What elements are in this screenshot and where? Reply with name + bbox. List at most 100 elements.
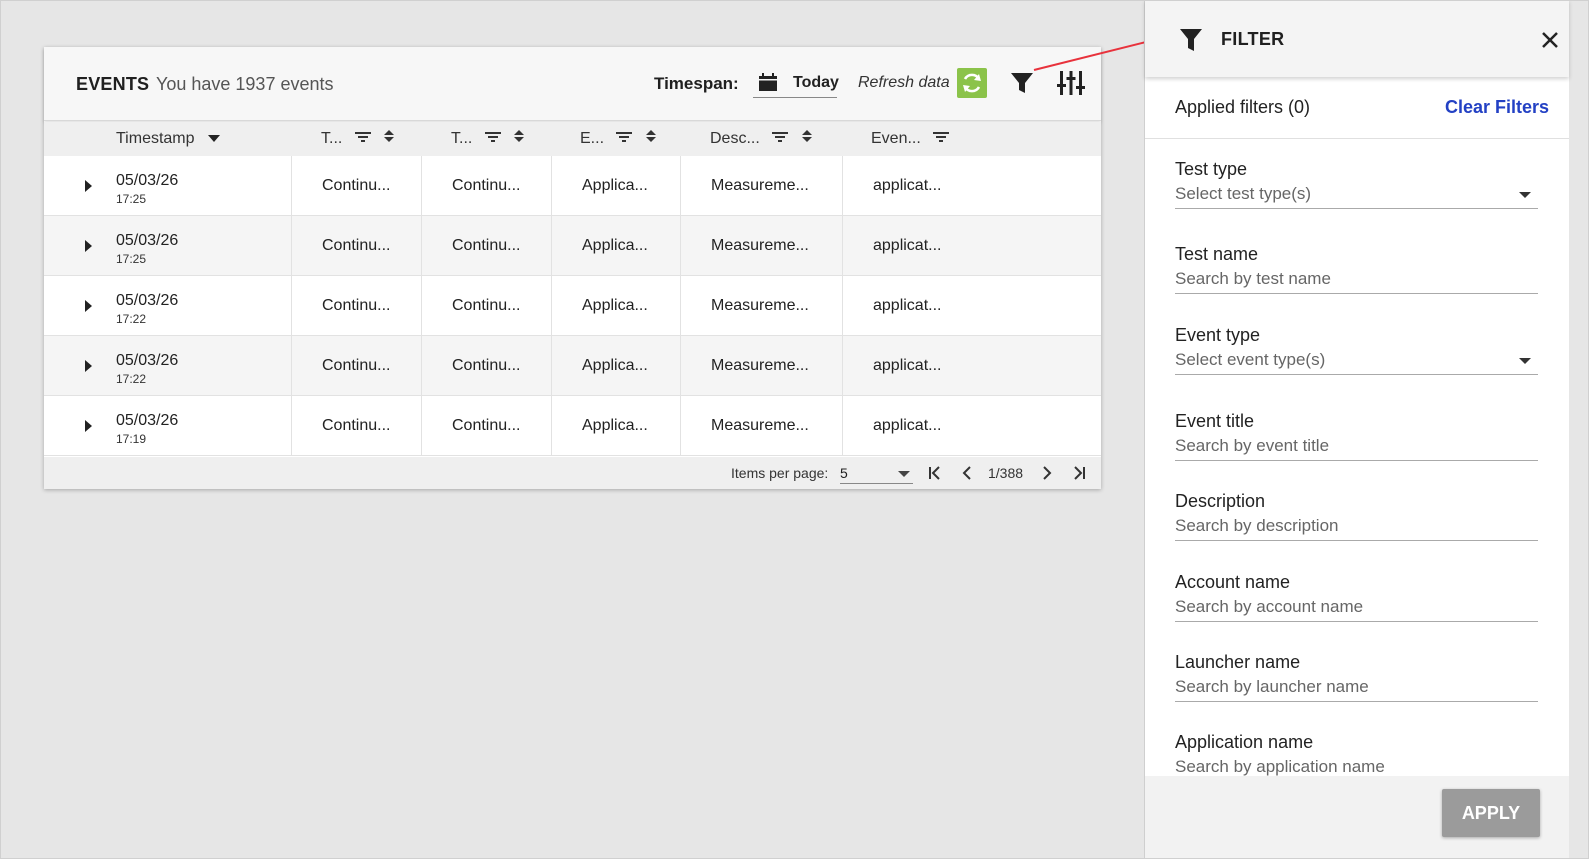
filter-panel: FILTER Applied filters (0) Clear Filters…	[1144, 0, 1569, 859]
pagination-bar: Items per page: 5 1/388	[44, 457, 1101, 489]
test-type-select[interactable]: Select test type(s)	[1175, 183, 1538, 209]
cell-event-type: Applica...	[551, 216, 681, 276]
cell-test-name: Continu...	[421, 396, 551, 456]
table-body: 05/03/26 17:25 Continu... Continu... App…	[44, 156, 1101, 456]
row-date: 05/03/26	[116, 292, 179, 309]
sort-icon[interactable]	[645, 122, 657, 156]
page-indicator: 1/388	[988, 465, 1024, 481]
timespan-select[interactable]: Today	[753, 69, 839, 98]
event-title-input[interactable]: Search by event title	[1175, 435, 1538, 461]
row-date: 05/03/26	[116, 232, 179, 249]
launcher-name-field[interactable]: Launcher name Search by launcher name	[1175, 652, 1538, 702]
column-header-event-title[interactable]: Even...	[871, 122, 950, 156]
first-page-icon	[929, 466, 940, 480]
filter-panel-header: FILTER	[1145, 0, 1569, 77]
sort-icon[interactable]	[383, 122, 395, 156]
calendar-icon	[758, 72, 778, 97]
filter-panel-title: FILTER	[1221, 29, 1285, 49]
cell-test-type: Continu...	[291, 156, 421, 216]
table-row[interactable]: 05/03/26 17:22 Continu... Continu... App…	[44, 336, 1101, 396]
close-icon	[1542, 32, 1558, 48]
application-name-field[interactable]: Application name Search by application n…	[1175, 732, 1538, 779]
expand-arrow-icon[interactable]	[85, 300, 92, 312]
filter-lines-icon[interactable]	[616, 122, 633, 156]
row-date: 05/03/26	[116, 352, 179, 369]
cell-description: Measureme...	[680, 216, 842, 276]
filter-lines-icon[interactable]	[933, 122, 950, 156]
event-type-field[interactable]: Event type Select event type(s)	[1175, 325, 1538, 375]
description-input[interactable]: Search by description	[1175, 515, 1538, 541]
last-page-icon	[1074, 466, 1085, 480]
sliders-icon	[1056, 71, 1086, 101]
filter-fields: Test type Select test type(s) Test name …	[1145, 139, 1569, 779]
description-field[interactable]: Description Search by description	[1175, 491, 1538, 541]
last-page-button[interactable]	[1069, 463, 1089, 483]
close-button[interactable]	[1539, 29, 1561, 51]
events-count: You have 1937 events	[156, 74, 334, 94]
filter-lines-icon[interactable]	[354, 122, 371, 156]
chevron-down-icon	[1519, 358, 1531, 364]
account-name-input[interactable]: Search by account name	[1175, 596, 1538, 622]
expand-arrow-icon[interactable]	[85, 420, 92, 432]
table-row[interactable]: 05/03/26 17:19 Continu... Continu... App…	[44, 396, 1101, 456]
row-time: 17:25	[116, 252, 147, 266]
cell-test-name: Continu...	[421, 336, 551, 396]
launcher-name-input[interactable]: Search by launcher name	[1175, 676, 1538, 702]
column-header-description[interactable]: Desc...	[710, 122, 813, 156]
cell-event-title: applicat...	[842, 276, 1101, 336]
cell-test-name: Continu...	[421, 276, 551, 336]
cell-event-type: Applica...	[551, 156, 681, 216]
filter-panel-footer: APPLY	[1145, 776, 1569, 859]
cell-event-type: Applica...	[551, 336, 681, 396]
column-header-timestamp[interactable]: Timestamp	[116, 122, 221, 156]
row-time: 17:22	[116, 372, 147, 386]
chevron-down-icon	[898, 471, 910, 477]
cell-test-name: Continu...	[421, 156, 551, 216]
refresh-button[interactable]	[957, 68, 987, 98]
cell-test-type: Continu...	[291, 216, 421, 276]
cell-event-title: applicat...	[842, 396, 1101, 456]
test-name-input[interactable]: Search by test name	[1175, 268, 1538, 294]
clear-filters-link[interactable]: Clear Filters	[1445, 97, 1549, 118]
filter-lines-icon[interactable]	[484, 122, 501, 156]
row-time: 17:25	[116, 192, 147, 206]
table-header: Timestamp T... T... E... Desc... Even...	[44, 122, 1101, 156]
table-row[interactable]: 05/03/26 17:22 Continu... Continu... App…	[44, 276, 1101, 336]
column-header-test-type[interactable]: T...	[321, 122, 395, 156]
filter-icon	[1178, 27, 1204, 58]
row-time: 17:19	[116, 432, 147, 446]
apply-button[interactable]: APPLY	[1442, 789, 1540, 837]
applied-filters-label: Applied filters (0)	[1175, 97, 1311, 117]
sort-icon[interactable]	[801, 122, 813, 156]
events-header: EVENTS You have 1937 events Timespan: To…	[44, 47, 1101, 121]
chevron-right-icon	[1043, 466, 1052, 480]
column-header-event-type[interactable]: E...	[580, 122, 657, 156]
table-row[interactable]: 05/03/26 17:25 Continu... Continu... App…	[44, 156, 1101, 216]
chevron-left-icon	[962, 466, 971, 480]
expand-arrow-icon[interactable]	[85, 240, 92, 252]
cell-test-name: Continu...	[421, 216, 551, 276]
expand-arrow-icon[interactable]	[85, 360, 92, 372]
first-page-button[interactable]	[925, 463, 945, 483]
cell-event-title: applicat...	[842, 216, 1101, 276]
event-title-field[interactable]: Event title Search by event title	[1175, 411, 1538, 461]
timespan-value: Today	[793, 74, 839, 91]
column-header-test-name[interactable]: T...	[451, 122, 525, 156]
sort-icon[interactable]	[513, 122, 525, 156]
cell-event-type: Applica...	[551, 396, 681, 456]
events-title: EVENTS	[76, 74, 150, 94]
filter-lines-icon[interactable]	[772, 122, 789, 156]
items-per-page-select[interactable]: 5	[840, 463, 913, 484]
next-page-button[interactable]	[1037, 463, 1057, 483]
cell-description: Measureme...	[680, 276, 842, 336]
table-row[interactable]: 05/03/26 17:25 Continu... Continu... App…	[44, 216, 1101, 276]
test-name-field[interactable]: Test name Search by test name	[1175, 244, 1538, 294]
cell-description: Measureme...	[680, 396, 842, 456]
refresh-label: Refresh data	[858, 74, 950, 91]
test-type-field[interactable]: Test type Select test type(s)	[1175, 159, 1538, 209]
previous-page-button[interactable]	[957, 463, 977, 483]
expand-arrow-icon[interactable]	[85, 180, 92, 192]
account-name-field[interactable]: Account name Search by account name	[1175, 572, 1538, 622]
event-type-select[interactable]: Select event type(s)	[1175, 349, 1538, 375]
filter-icon	[1009, 73, 1035, 100]
